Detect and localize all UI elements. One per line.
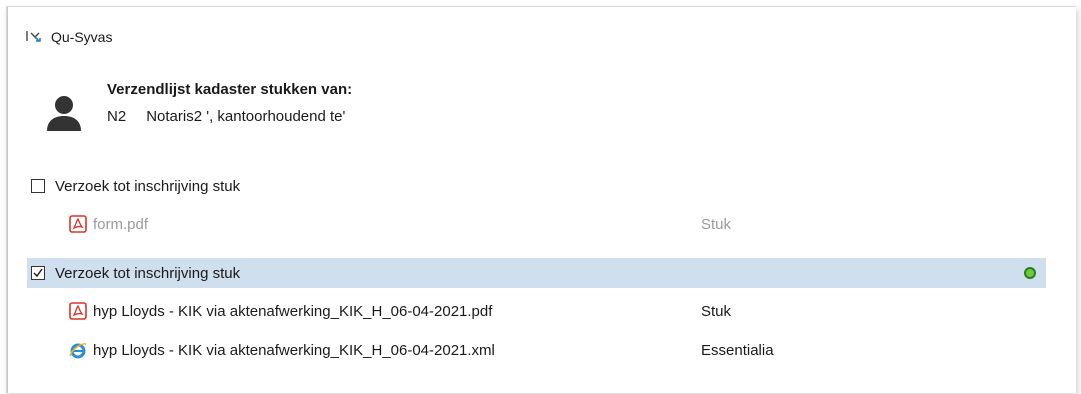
group-row[interactable]: Verzoek tot inschrijving stuk: [27, 171, 1046, 201]
recipient-header: Verzendlijst kadaster stukken van: N2 No…: [45, 77, 352, 133]
file-type: Essentialia: [701, 341, 774, 359]
checkmark-icon: [33, 268, 43, 278]
notary-code: N2: [107, 108, 127, 125]
person-icon: [47, 96, 81, 131]
group-checkbox[interactable]: [31, 179, 45, 193]
app-title: Qu-Syvas: [51, 29, 113, 45]
file-type: Stuk: [701, 302, 732, 320]
file-row[interactable]: form.pdf Stuk: [69, 209, 1049, 239]
title-bar: Qu-Syvas: [25, 29, 112, 45]
pdf-icon: [69, 215, 87, 233]
window-border: [7, 7, 8, 393]
back-arrow-icon[interactable]: [25, 29, 45, 45]
file-name: hyp Lloyds - KIK via aktenafwerking_KIK_…: [93, 341, 495, 359]
group-label: Verzoek tot inschrijving stuk: [55, 264, 241, 282]
file-name: form.pdf: [93, 215, 149, 233]
file-row[interactable]: hyp Lloyds - KIK via aktenafwerking_KIK_…: [69, 296, 1049, 326]
group-checkbox-checked[interactable]: [31, 266, 45, 280]
file-type: Stuk: [701, 215, 732, 233]
pdf-icon: [69, 302, 87, 320]
status-ok-icon: [1024, 267, 1036, 279]
file-name: hyp Lloyds - KIK via aktenafwerking_KIK_…: [93, 302, 493, 320]
group-label: Verzoek tot inschrijving stuk: [55, 177, 241, 195]
internet-explorer-icon: [69, 343, 87, 359]
file-row[interactable]: hyp Lloyds - KIK via aktenafwerking_KIK_…: [69, 335, 1049, 365]
group-row-selected[interactable]: Verzoek tot inschrijving stuk: [27, 258, 1046, 288]
header-title: Verzendlijst kadaster stukken van:: [107, 81, 353, 98]
notary-name: Notaris2 ', kantoorhoudend te': [146, 108, 346, 125]
app-window: Qu-Syvas Verzendlijst kadaster stukken v…: [6, 6, 1076, 393]
